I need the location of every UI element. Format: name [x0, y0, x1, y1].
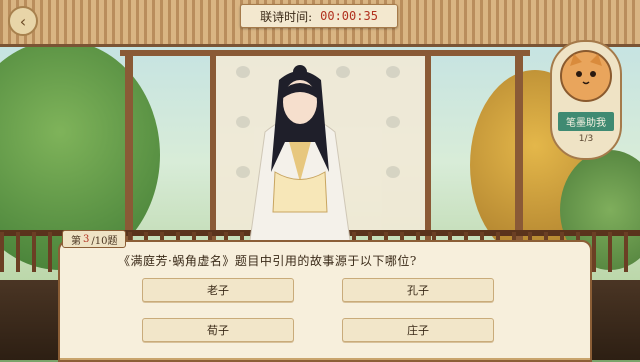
back-arrow-icon: ‹	[19, 11, 27, 31]
option-kongzi[interactable]: 孔子	[342, 278, 494, 302]
question-text: 《满庭芳·蜗角虚名》题目中引用的故事源于以下哪位?	[118, 254, 417, 268]
option-zhuangzi[interactable]: 庄子	[342, 318, 494, 342]
option-xunzi[interactable]: 荀子	[142, 318, 294, 342]
helper-count: 1/3	[578, 134, 594, 144]
character-scholar	[246, 65, 354, 262]
back-button[interactable]: ‹	[8, 6, 38, 36]
timer-label: 联诗时间:	[260, 9, 313, 24]
progress-prefix: 第	[71, 235, 81, 247]
progress-total: /10题	[91, 235, 118, 247]
pillar-left	[125, 50, 133, 240]
foreground-left	[0, 280, 58, 360]
timer-bar: 联诗时间: 00:00:35	[240, 4, 398, 28]
helper-label: 笔墨助我	[558, 112, 614, 131]
pillar-mid-right	[425, 50, 431, 240]
foreground-right	[588, 280, 640, 360]
progress-current: 3	[83, 233, 90, 245]
timer-value: 00:00:35	[320, 9, 378, 23]
question-progress: 第 3 /10题	[62, 230, 127, 248]
helper-button[interactable]: 笔墨助我 1/3	[550, 40, 622, 160]
cat-avatar-icon	[560, 50, 612, 102]
pillar-right	[515, 50, 523, 240]
option-laozi[interactable]: 老子	[142, 278, 294, 302]
